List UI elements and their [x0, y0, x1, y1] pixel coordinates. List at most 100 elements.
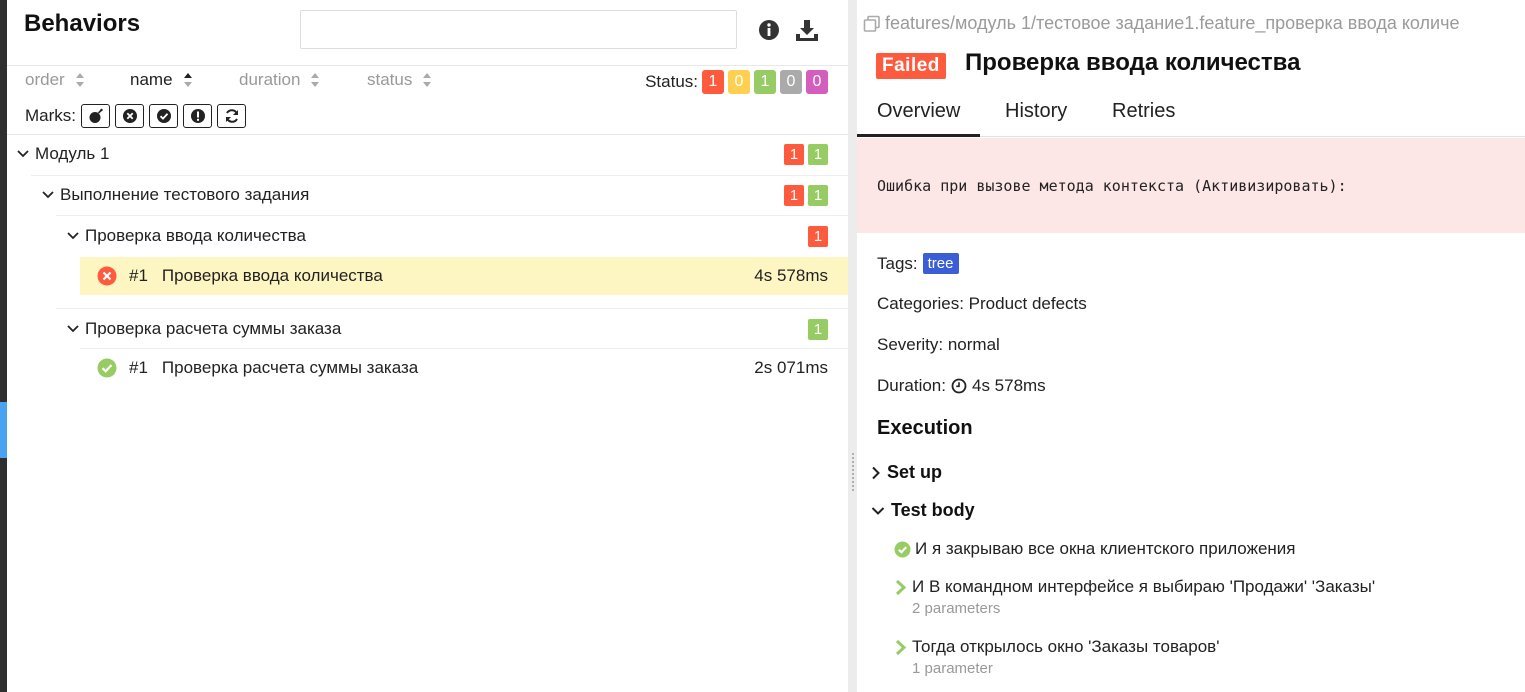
- tree-pane: Behaviors order name duration status Sta…: [7, 0, 848, 692]
- sidebar-active-indicator: [0, 402, 7, 458]
- tab-retries[interactable]: Retries: [1092, 96, 1195, 137]
- divider: [56, 308, 848, 309]
- group-label: Модуль 1: [35, 144, 110, 163]
- clock-icon: [951, 378, 967, 394]
- step-item[interactable]: И В командном интерфейсе я выбираю 'Прод…: [894, 577, 1375, 617]
- failed-count: 1: [784, 184, 804, 206]
- error-message-box[interactable]: Ошибка при вызове метода контекста (Акти…: [857, 138, 1525, 233]
- duration-line: Duration: 4s 578ms: [877, 376, 1046, 396]
- step-item[interactable]: И я закрываю все окна клиентского прилож…: [894, 539, 1296, 559]
- passed-count: 1: [808, 143, 828, 165]
- detail-tabs: Overview History Retries: [857, 96, 1525, 137]
- test-name: Проверка расчета суммы заказа: [161, 358, 419, 377]
- sort-status[interactable]: status: [367, 70, 432, 90]
- tags-label: Tags:: [877, 253, 918, 273]
- splitter-grip-icon[interactable]: [851, 452, 855, 492]
- check-circle-icon: [156, 109, 171, 123]
- flaky-mark-button[interactable]: [81, 104, 110, 128]
- categories-line: Categories: Product defects: [877, 294, 1087, 313]
- tags-line: Tags: tree: [877, 253, 959, 274]
- marks-filter: Marks:: [25, 104, 246, 128]
- test-number: #1: [129, 266, 148, 285]
- step-parameters: 1 parameter: [912, 660, 993, 677]
- tree-group-module[interactable]: Модуль 1 1 1: [17, 142, 828, 166]
- refresh-icon: [225, 109, 238, 123]
- bomb-icon: [89, 108, 103, 123]
- error-message: Ошибка при вызове метода контекста (Акти…: [877, 177, 1347, 195]
- sort-order[interactable]: order: [25, 70, 85, 90]
- chevron-down-icon: [17, 150, 35, 158]
- chevron-right-icon: [895, 639, 907, 656]
- chevron-down-icon: [871, 506, 885, 515]
- pane-title: Behaviors: [24, 10, 141, 37]
- app-sidebar-strip: [0, 0, 7, 692]
- divider: [7, 65, 848, 66]
- status-filter: Status: 1 0 1 0 0: [645, 70, 828, 94]
- status-unknown-toggle[interactable]: 0: [806, 70, 828, 94]
- duration-value: 4s 578ms: [971, 376, 1046, 395]
- tag-badge[interactable]: tree: [922, 253, 959, 274]
- passed-status-icon: [97, 358, 117, 378]
- test-case-row[interactable]: #1 Проверка расчета суммы заказа 2s 071m…: [80, 349, 848, 387]
- tab-overview[interactable]: Overview: [857, 96, 981, 137]
- chevron-right-icon: [872, 466, 880, 479]
- chevron-down-icon: [42, 191, 60, 199]
- passed-count: 1: [808, 318, 828, 340]
- new-broken-mark-button[interactable]: [183, 104, 212, 128]
- new-failed-mark-button[interactable]: [115, 104, 144, 128]
- chevron-down-icon: [67, 325, 85, 333]
- download-icon[interactable]: [793, 16, 821, 44]
- test-name: Проверка ввода количества: [161, 266, 383, 285]
- test-title: Проверка ввода количества: [965, 49, 1301, 76]
- passed-count: 1: [808, 184, 828, 206]
- step-item[interactable]: Тогда открылось окно 'Заказы товаров' 1 …: [894, 637, 1219, 677]
- execution-heading: Execution: [877, 417, 973, 439]
- testbody-stage[interactable]: Test body: [871, 500, 975, 521]
- tree-group-feature[interactable]: Выполнение тестового задания 1 1: [42, 183, 828, 207]
- step-parameters: 2 parameters: [912, 600, 1001, 617]
- test-duration: 2s 071ms: [754, 358, 828, 377]
- sort-icon: [423, 73, 432, 87]
- group-label: Проверка расчета суммы заказа: [85, 319, 342, 338]
- duration-label: Duration:: [877, 376, 946, 395]
- setup-stage[interactable]: Set up: [871, 462, 942, 483]
- pane-splitter[interactable]: [848, 0, 857, 692]
- times-circle-icon: [122, 109, 137, 123]
- search-input[interactable]: [300, 10, 737, 49]
- tree-group-story-quantity[interactable]: Проверка ввода количества 1: [67, 224, 828, 248]
- status-label: Status:: [645, 72, 698, 91]
- step-text: И В командном интерфейсе я выбираю 'Прод…: [912, 577, 1376, 596]
- step-text: И я закрываю все окна клиентского прилож…: [915, 539, 1296, 558]
- chevron-down-icon: [67, 232, 85, 240]
- tree-group-story-sum[interactable]: Проверка расчета суммы заказа 1: [67, 317, 828, 341]
- info-icon[interactable]: [755, 16, 783, 44]
- sort-name[interactable]: name: [130, 70, 193, 90]
- test-duration: 4s 578ms: [754, 266, 828, 285]
- chevron-right-icon: [895, 579, 907, 596]
- sort-icon: [311, 73, 320, 87]
- status-failed-toggle[interactable]: 1: [702, 70, 724, 94]
- sort-icon: [75, 73, 84, 87]
- sort-icon: [183, 73, 192, 87]
- failed-count: 1: [784, 143, 804, 165]
- failed-count: 1: [808, 225, 828, 247]
- test-path: features/модуль 1/тестовое задание1.feat…: [863, 13, 1460, 34]
- group-label: Проверка ввода количества: [85, 226, 306, 245]
- retries-mark-button[interactable]: [217, 104, 246, 128]
- status-skipped-toggle[interactable]: 0: [780, 70, 802, 94]
- new-passed-mark-button[interactable]: [149, 104, 178, 128]
- status-broken-toggle[interactable]: 0: [728, 70, 750, 94]
- exclamation-circle-icon: [190, 109, 205, 123]
- step-text: Тогда открылось окно 'Заказы товаров': [912, 637, 1220, 656]
- divider: [56, 215, 848, 216]
- status-passed-toggle[interactable]: 1: [754, 70, 776, 94]
- tab-history[interactable]: History: [985, 96, 1087, 137]
- check-circle-icon: [894, 541, 911, 558]
- path-text: features/модуль 1/тестовое задание1.feat…: [885, 13, 1460, 33]
- divider: [31, 175, 848, 176]
- copy-icon[interactable]: [863, 15, 881, 33]
- severity-line: Severity: normal: [877, 335, 1000, 354]
- sort-duration[interactable]: duration: [239, 70, 320, 90]
- marks-label: Marks:: [25, 106, 76, 125]
- test-case-row-selected[interactable]: #1 Проверка ввода количества 4s 578ms: [80, 257, 848, 295]
